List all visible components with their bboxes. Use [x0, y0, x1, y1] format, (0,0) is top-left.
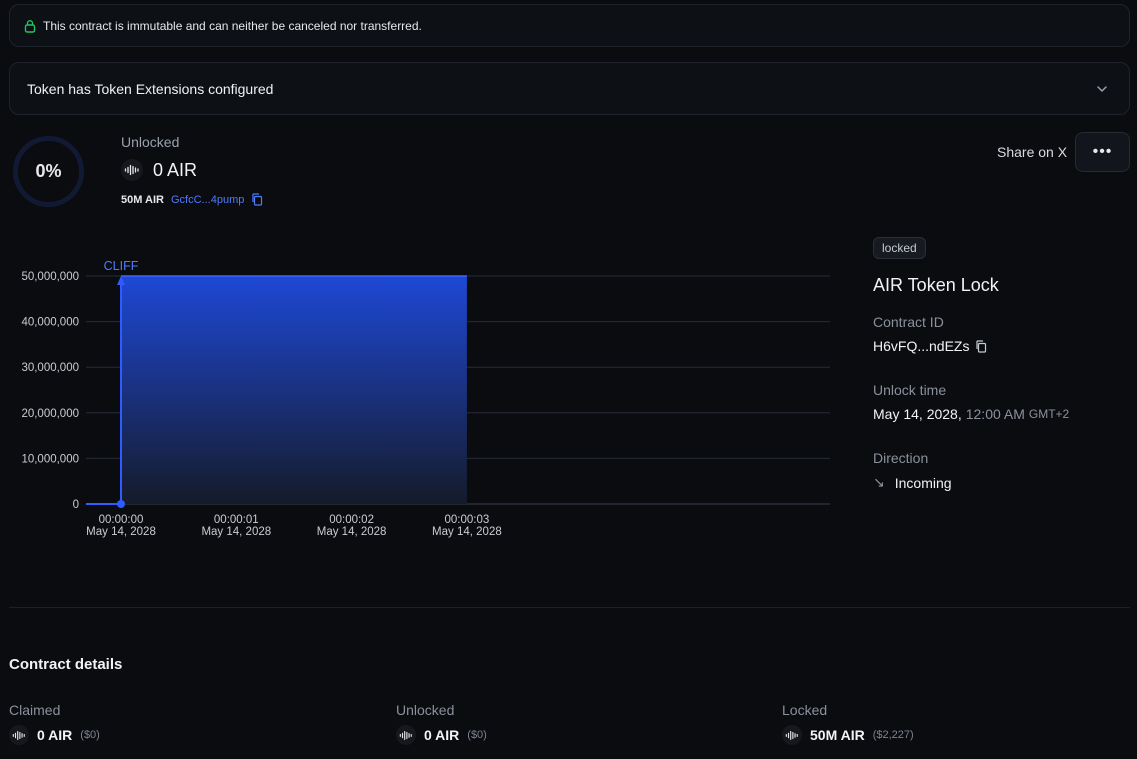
detail-label: Unlocked — [396, 702, 455, 718]
immutable-notice: This contract is immutable and can neith… — [9, 4, 1130, 47]
direction-row: ↘ Incoming — [873, 474, 952, 491]
unlock-date: May 14, 2028, — [873, 406, 962, 422]
token-sub-row: 50M AIR GcfcC...4pump — [121, 193, 263, 206]
copy-icon[interactable] — [251, 193, 263, 206]
divider — [9, 607, 1130, 608]
contract-id-row: H6vFQ...ndEZs — [873, 338, 987, 354]
contract-id-label: Contract ID — [873, 314, 944, 330]
detail-amount: 50M AIR — [810, 727, 865, 743]
unlock-timezone: GMT+2 — [1028, 407, 1070, 421]
arrow-down-right-icon: ↘ — [873, 474, 885, 490]
air-token-icon — [396, 725, 416, 745]
unlock-time-row: May 14, 2028, 12:00 AM GMT+2 — [873, 406, 1069, 422]
progress-percent: 0% — [35, 161, 62, 181]
air-token-icon — [121, 159, 143, 181]
unlocked-amount-row: 0 AIR — [121, 159, 197, 181]
detail-usd: ($2,227) — [872, 729, 914, 741]
lock-icon — [23, 19, 37, 33]
contract-details-title: Contract details — [9, 656, 123, 673]
vesting-chart: 50,000,000 40,000,000 30,000,000 20,000,000… — [21, 259, 830, 538]
x-tick-date: May 14, 2028 — [432, 526, 502, 538]
contract-title: AIR Token Lock — [873, 275, 999, 295]
x-tick-date: May 14, 2028 — [86, 526, 156, 538]
more-options-button[interactable]: ••• — [1075, 132, 1130, 172]
copy-icon[interactable] — [975, 339, 987, 353]
contract-id-value: H6vFQ...ndEZs — [873, 338, 970, 354]
chevron-down-icon[interactable] — [1095, 82, 1109, 96]
air-token-icon — [782, 725, 802, 745]
detail-label: Claimed — [9, 702, 61, 718]
detail-label: Locked — [782, 702, 828, 718]
x-tick-time: 00:00:01 — [214, 514, 259, 526]
detail-usd: ($0) — [467, 729, 487, 741]
detail-unlocked: Unlocked 0 AIR ($0) — [396, 702, 487, 745]
detail-amount: 0 AIR — [424, 727, 460, 743]
detail-claimed: Claimed 0 AIR ($0) — [9, 702, 100, 745]
y-tick-label: 30,000,000 — [21, 362, 79, 374]
direction-value: Incoming — [894, 474, 952, 491]
x-tick-date: May 14, 2028 — [317, 526, 387, 538]
y-tick-label: 10,000,000 — [21, 453, 79, 465]
unlock-time: 12:00 AM — [965, 406, 1025, 422]
total-amount: 50M AIR — [121, 193, 164, 206]
unlock-time-label: Unlock time — [873, 382, 947, 398]
series-area — [121, 276, 467, 504]
x-tick-time: 00:00:02 — [329, 514, 374, 526]
series-point — [117, 500, 125, 508]
detail-usd: ($0) — [80, 729, 100, 741]
token-extensions-accordion[interactable]: Token has Token Extensions configured — [9, 62, 1130, 115]
x-tick-time: 00:00:03 — [445, 514, 490, 526]
y-tick-label: 40,000,000 — [21, 317, 79, 329]
share-on-x-button[interactable]: Share on X — [997, 144, 1067, 160]
x-tick-date: May 14, 2028 — [201, 526, 271, 538]
token-extensions-label: Token has Token Extensions configured — [27, 80, 274, 97]
y-tick-label: 50,000,000 — [21, 271, 79, 283]
air-token-icon — [9, 725, 29, 745]
notice-text: This contract is immutable and can neith… — [43, 18, 422, 33]
direction-label: Direction — [873, 450, 929, 466]
unlocked-amount: 0 AIR — [153, 159, 198, 180]
status-badge: locked — [873, 237, 926, 259]
cliff-label: CLIFF — [104, 259, 139, 273]
y-tick-label: 20,000,000 — [21, 408, 79, 420]
detail-amount: 0 AIR — [37, 727, 73, 743]
x-tick-time: 00:00:00 — [99, 514, 144, 526]
y-tick-label: 0 — [73, 499, 79, 511]
unlocked-title: Unlocked — [121, 134, 180, 150]
detail-locked: Locked 50M AIR ($2,227) — [782, 702, 914, 745]
mint-address-link[interactable]: GcfcC...4pump — [171, 194, 244, 206]
